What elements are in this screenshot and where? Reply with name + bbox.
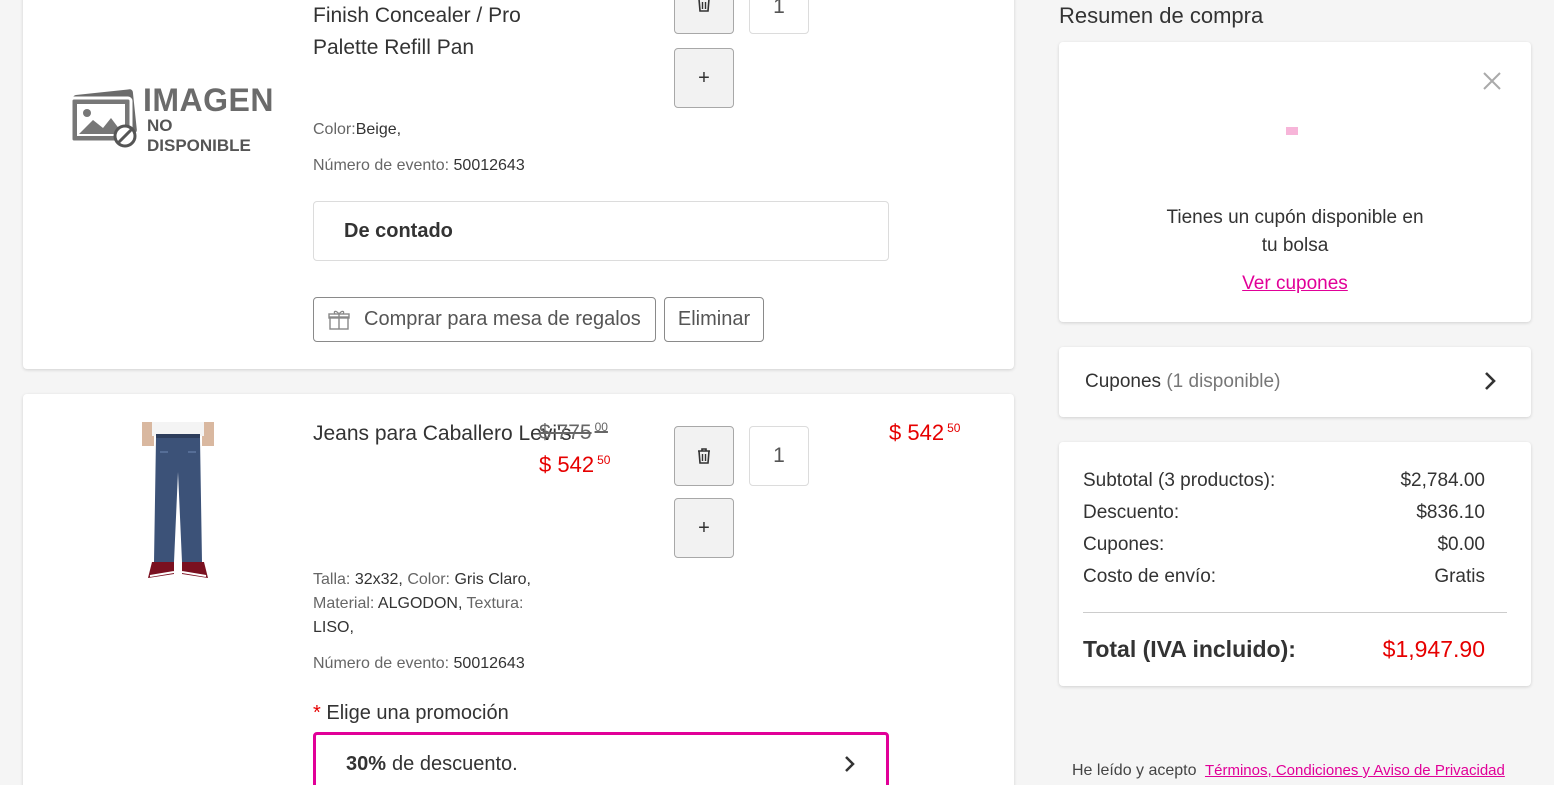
event-number: Número de evento: 50012643 [313,154,525,178]
promotion-label-text: Elige una promoción [326,702,509,724]
view-coupons-link[interactable]: Ver cupones [1059,273,1531,295]
color-label: Color: [407,571,450,588]
unit-price-value: $ 542 [539,452,595,477]
order-totals-card: Subtotal (3 productos): $2,784.00 Descue… [1059,442,1531,686]
event-number: Número de evento: 50012643 [313,652,525,676]
unit-price: $ 542 50 [539,452,610,478]
product-image[interactable] [138,422,218,582]
product-color: Color:Beige, [313,118,401,142]
textura-label: Textura: [466,595,524,612]
product-title-line1: Finish Concealer / Pro [313,4,521,27]
coupon-notice-card: Tienes un cupón disponible en tu bolsa V… [1059,42,1531,322]
increase-quantity-button[interactable]: + [674,48,734,108]
color-label: Color: [313,121,356,138]
summary-row-discount: Descuento: $836.10 [1083,502,1485,524]
increase-quantity-button[interactable]: + [674,498,734,558]
promotion-percent: 30% [346,752,387,775]
coupons-row[interactable]: Cupones (1 disponible) [1059,347,1531,417]
textura-value: LISO, [313,619,354,636]
total-value: $1,947.90 [1382,636,1485,662]
promotion-label: * Elige una promoción [313,702,509,725]
trash-icon [698,448,710,464]
coupons-label-text: Cupones [1085,371,1162,392]
gift-registry-label: Comprar para mesa de regalos [364,308,641,330]
summary-row-subtotal: Subtotal (3 productos): $2,784.00 [1083,470,1485,492]
color-value: Beige, [355,121,402,138]
chevron-right-icon [845,756,855,772]
cart-item-card-2: Jeans para Caballero Levi's $ 775 00 $ 54… [23,394,1014,785]
quantity-value: 1 [773,0,785,18]
payment-option-label: De contado [344,219,453,242]
remove-item-button[interactable]: Eliminar [664,297,764,342]
discount-label: Descuento: [1083,502,1180,523]
promotion-text: de descuento. [392,752,518,775]
gift-registry-button[interactable]: Comprar para mesa de regalos [313,297,656,342]
image-unavailable-label: IMAGEN [143,82,274,118]
cart-item-card-1: IMAGEN NO DISPONIBLE Finish Concealer / … [23,0,1014,369]
subtotal-value: $2,784.00 [1400,470,1485,491]
terms-link[interactable]: Términos, Condiciones y Aviso de Privaci… [1205,762,1505,779]
image-unavailable-sublabel: NO DISPONIBLE [147,116,251,155]
event-number-label: Número de evento: [313,157,450,174]
shipping-label: Costo de envío: [1083,566,1217,587]
quantity-field[interactable]: 1 [749,426,809,486]
talla-value: 32x32, [354,571,403,588]
product-image-placeholder: IMAGEN NO DISPONIBLE [69,82,279,155]
original-price-value: $ 775 [539,421,592,444]
discount-value: $836.10 [1416,502,1485,523]
quantity-value: 1 [773,444,785,467]
terms-acceptance: He leído y acepto Términos, Condiciones … [1072,762,1505,780]
event-number-label: Número de evento: [313,655,450,672]
coupons-available: (1 disponible) [1166,371,1281,392]
line-total-price: $ 542 50 [889,420,960,446]
chevron-right-icon [1485,372,1496,390]
payment-option[interactable]: De contado [313,201,889,261]
coupons-label: Cupones (1 disponible) [1085,371,1280,393]
coupon-message: Tienes un cupón disponible en tu bolsa [1059,204,1531,260]
event-number-value: 50012643 [453,157,525,174]
subtotal-label: Subtotal (3 productos): [1083,470,1276,491]
product-title-line2: Palette Refill Pan [313,36,475,59]
unit-price-cents: 50 [597,453,611,467]
original-price-cents: 00 [594,420,608,434]
plus-icon: + [698,66,710,89]
coupons-total-label: Cupones: [1083,534,1165,555]
coupon-message-line2: tu bolsa [1261,235,1329,256]
line-total-cents: 50 [947,421,961,435]
original-price: $ 775 00 [539,420,608,445]
remove-item-label: Eliminar [677,308,751,330]
trash-icon [698,0,710,12]
material-label: Material: [313,595,375,612]
delete-item-button[interactable] [674,426,734,486]
gift-icon [328,310,350,330]
quantity-field[interactable]: 1 [749,0,809,34]
product-title[interactable]: Finish Concealer / Pro Palette Refill Pa… [313,0,633,64]
summary-row-shipping: Costo de envío: Gratis [1083,566,1485,588]
summary-row-total: Total (IVA incluido): $1,947.90 [1083,636,1485,663]
coupons-total-value: $0.00 [1437,534,1485,555]
delete-item-button[interactable] [674,0,734,34]
summary-title: Resumen de compra [1059,3,1264,28]
shipping-value: Gratis [1434,566,1485,587]
coupon-icon [1286,127,1298,135]
divider [1083,612,1507,613]
event-number-value: 50012643 [453,655,525,672]
product-title[interactable]: Jeans para Caballero Levi's [313,418,572,450]
total-label: Total (IVA incluido): [1083,636,1296,662]
product-attributes: Talla: 32x32, Color: Gris Claro, Materia… [313,568,563,640]
line-total-value: $ 542 [889,420,945,445]
material-value: ALGODON, [377,595,463,612]
color-value: Gris Claro, [454,571,531,588]
required-marker: * [313,702,321,724]
coupon-message-line1: Tienes un cupón disponible en [1166,207,1424,228]
image-placeholder-icon [69,89,137,148]
summary-row-coupons: Cupones: $0.00 [1083,534,1485,556]
talla-label: Talla: [313,571,351,588]
terms-prefix: He leído y acepto [1072,762,1197,779]
close-icon[interactable] [1482,71,1502,91]
promotion-select[interactable]: 30% de descuento. [313,732,889,785]
plus-icon: + [698,516,710,539]
